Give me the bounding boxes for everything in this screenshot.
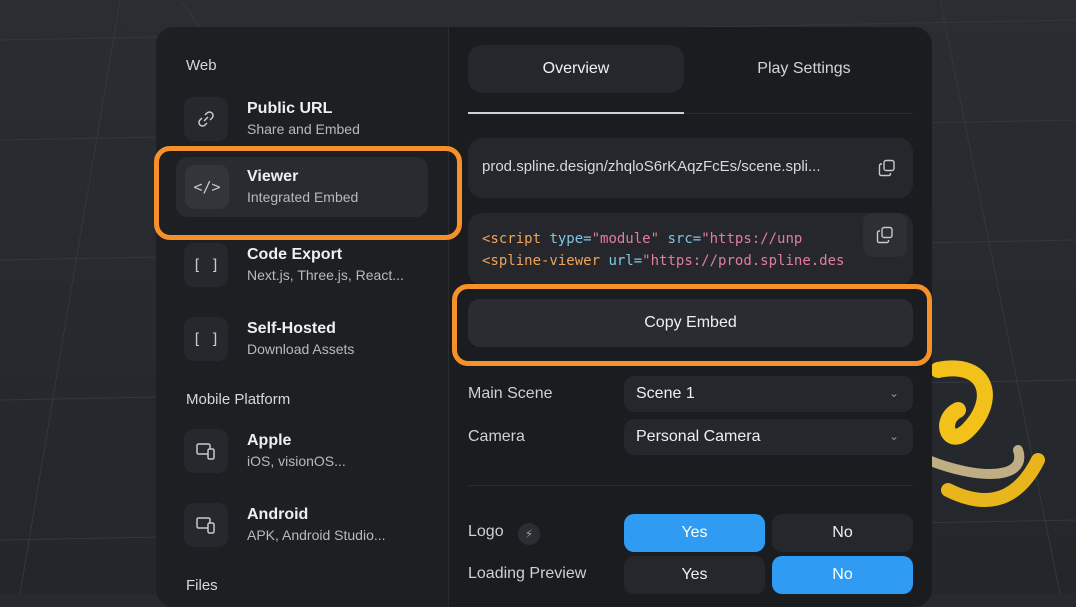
sidebar-item-public-url[interactable]: Public URL Share and Embed (184, 89, 428, 149)
sidebar-item-subtitle: Download Assets (247, 341, 355, 357)
sidebar-item-viewer[interactable]: </> Viewer Integrated Embed (176, 157, 428, 217)
code-string: "https://unp (701, 231, 803, 247)
bolt-icon: ⚡︎ (518, 523, 540, 545)
logo-label: Logo ⚡︎ (468, 523, 540, 545)
tab-play-settings[interactable]: Play Settings (696, 45, 912, 93)
tab-overview[interactable]: Overview (468, 45, 684, 93)
code-attr: src= (659, 231, 702, 247)
sidebar-item-title: Code Export (247, 246, 343, 263)
sidebar-item-title: Viewer (247, 168, 299, 185)
main-scene-select[interactable]: Scene 1 ⌄ (624, 376, 913, 412)
sidebar-item-title: Apple (247, 432, 292, 449)
camera-select[interactable]: Personal Camera ⌄ (624, 419, 913, 455)
devices-icon (184, 503, 228, 547)
camera-value: Personal Camera (636, 428, 761, 445)
embed-code-block[interactable]: <script type="module" src="https://unp <… (468, 213, 913, 285)
settings-divider (468, 485, 913, 486)
sidebar-item-subtitle: Share and Embed (247, 121, 360, 137)
sidebar-item-code-export[interactable]: [ ] Code Export Next.js, Three.js, React… (184, 235, 428, 295)
sidebar-item-subtitle: APK, Android Studio... (247, 527, 386, 543)
active-tab-indicator (468, 112, 684, 114)
3d-object-swirl (923, 340, 1076, 545)
section-mobile-title: Mobile Platform (186, 391, 291, 408)
loading-preview-label: Loading Preview (468, 565, 587, 582)
code-copy-button[interactable] (863, 213, 907, 257)
main-scene-label: Main Scene (468, 385, 553, 402)
sidebar-item-subtitle: Next.js, Three.js, React... (247, 267, 404, 283)
sidebar-item-title: Self-Hosted (247, 320, 336, 337)
sidebar-item-apple[interactable]: Apple iOS, visionOS... (184, 421, 428, 481)
copy-icon[interactable] (878, 159, 896, 177)
code-string: "module" (591, 231, 660, 247)
sidebar-item-subtitle: Integrated Embed (247, 189, 359, 205)
logo-label-text: Logo (468, 523, 504, 540)
code-icon: </> (185, 165, 229, 209)
section-web-title: Web (186, 57, 217, 74)
sidebar-item-self-hosted[interactable]: [ ] Self-Hosted Download Assets (184, 309, 428, 369)
viewer-settings: Overview Play Settings prod.spline.desig… (468, 27, 913, 607)
section-files-title: Files (186, 577, 218, 594)
viewer-url-field[interactable]: prod.spline.design/zhqloS6rKAqzFcEs/scen… (468, 138, 913, 198)
code-attr: url= (600, 253, 643, 269)
code-tag: <script (482, 231, 542, 247)
code-tag: <spline-viewer (482, 253, 601, 269)
loading-yes-button[interactable]: Yes (624, 556, 765, 594)
copy-icon (876, 226, 893, 244)
sidebar-item-title: Public URL (247, 100, 333, 117)
main-scene-value: Scene 1 (636, 385, 695, 402)
tab-divider (684, 113, 913, 114)
logo-yes-button[interactable]: Yes (624, 514, 765, 552)
embed-code-line: <spline-viewer url="https://prod.spline.… (482, 253, 844, 269)
chevron-down-icon: ⌄ (888, 386, 899, 400)
devices-icon (184, 429, 228, 473)
camera-label: Camera (468, 428, 525, 445)
export-sidebar: Web Public URL Share and Embed </> Viewe… (156, 27, 449, 607)
viewer-url-text: prod.spline.design/zhqloS6rKAqzFcEs/scen… (482, 158, 821, 175)
chevron-down-icon: ⌄ (888, 429, 899, 443)
loading-no-button[interactable]: No (772, 556, 913, 594)
sidebar-item-title: Android (247, 506, 309, 523)
sidebar-item-android[interactable]: Android APK, Android Studio... (184, 495, 428, 555)
export-panel: Web Public URL Share and Embed </> Viewe… (156, 27, 932, 607)
copy-embed-button[interactable]: Copy Embed (468, 299, 913, 347)
embed-code-line: <script type="module" src="https://unp (482, 231, 802, 247)
sidebar-item-subtitle: iOS, visionOS... (247, 453, 346, 469)
code-string: "https://prod.spline.des (642, 253, 845, 269)
logo-no-button[interactable]: No (772, 514, 913, 552)
link-icon (184, 97, 228, 141)
code-attr: type= (541, 231, 592, 247)
brackets-icon: [ ] (184, 243, 228, 287)
brackets-icon: [ ] (184, 317, 228, 361)
